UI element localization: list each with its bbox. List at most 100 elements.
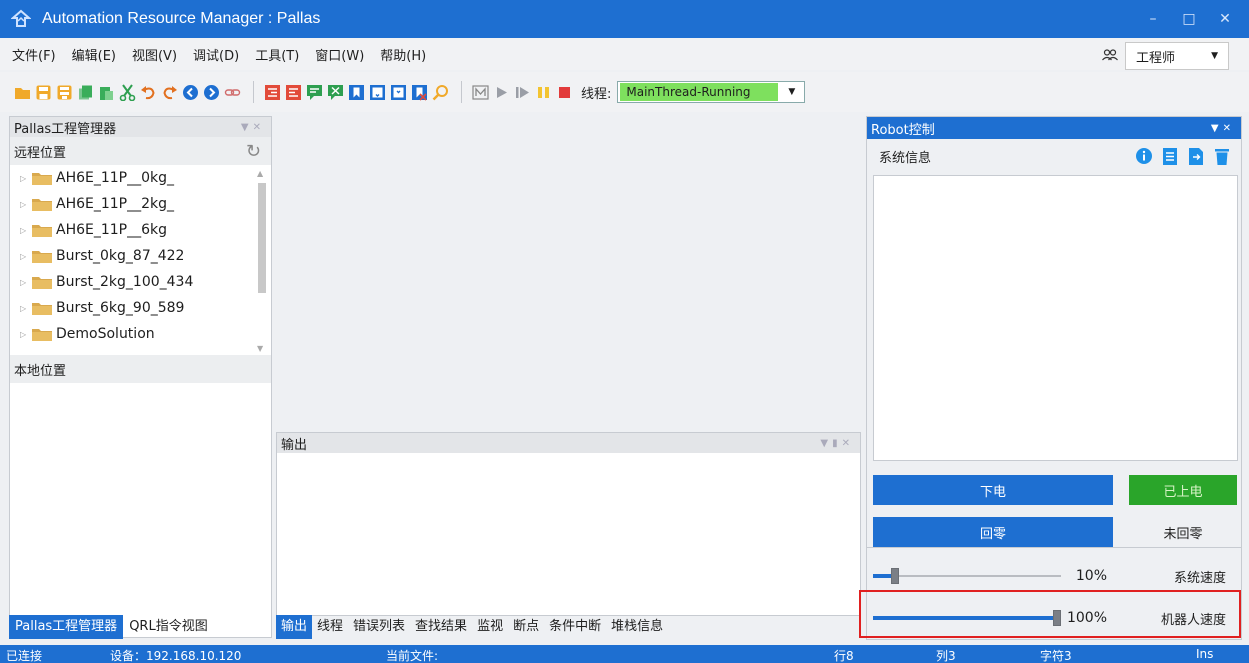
refresh-icon[interactable]: ↻ — [246, 141, 261, 162]
save-all-icon[interactable] — [56, 84, 73, 101]
expand-arrow-icon[interactable]: ▷ — [20, 304, 32, 313]
tree-item-label: Burst_2kg_100_434 — [56, 274, 194, 290]
step-icon[interactable] — [514, 84, 531, 101]
output-header: 输出 ▼▮✕ — [277, 433, 860, 453]
expand-arrow-icon[interactable]: ▷ — [20, 252, 32, 261]
local-location-label: 本地位置 — [14, 363, 67, 379]
document-icon[interactable] — [1161, 146, 1179, 166]
scrollbar-thumb[interactable] — [258, 183, 266, 293]
info-icon[interactable] — [1135, 146, 1153, 166]
power-status-badge: 已上电 — [1129, 475, 1237, 505]
system-speed-value: 10% — [1075, 568, 1107, 584]
menu-window[interactable]: 窗口(W) — [307, 45, 372, 64]
close-icon[interactable]: ✕ — [1207, 0, 1243, 38]
menu-help[interactable]: 帮助(H) — [372, 45, 434, 64]
find-icon[interactable] — [432, 84, 449, 101]
expand-arrow-icon[interactable]: ▷ — [20, 200, 32, 209]
menu-edit[interactable]: 编辑(E) — [64, 45, 124, 64]
window-title: Automation Resource Manager : Pallas — [42, 10, 321, 27]
robot-panel-header: Robot控制 ▼✕ — [867, 117, 1241, 139]
panel-controls[interactable]: ▼✕ — [241, 122, 265, 133]
outdent-icon[interactable] — [264, 84, 281, 101]
tab-output[interactable]: 输出 — [276, 615, 313, 639]
system-speed-slider[interactable] — [873, 566, 1061, 586]
role-dropdown[interactable]: 工程师 ▼ — [1125, 42, 1229, 70]
expand-arrow-icon[interactable]: ▷ — [20, 174, 32, 183]
menu-view[interactable]: 视图(V) — [124, 45, 185, 64]
tab-qrl-view[interactable]: QRL指令视图 — [123, 615, 214, 639]
bookmark-clear-icon[interactable] — [411, 84, 428, 101]
navigate-back-icon[interactable] — [182, 84, 199, 101]
minimize-icon[interactable]: – — [1135, 0, 1171, 38]
insert-mode: Ins — [1196, 647, 1214, 661]
tab-find-results[interactable]: 查找结果 — [410, 615, 472, 639]
bookmark-prev-icon[interactable] — [369, 84, 386, 101]
highlight-box — [859, 590, 1241, 638]
char-indicator: 字符3 — [1040, 649, 1072, 663]
slider-thumb[interactable] — [891, 568, 899, 584]
folder-icon — [32, 328, 52, 341]
tree-item[interactable]: ▷ Burst_0kg_87_422 — [10, 243, 271, 269]
panel-title: Pallas工程管理器 — [14, 121, 117, 137]
thread-dropdown[interactable]: MainThread-Running ▼ — [617, 81, 806, 103]
tree-item[interactable]: ▷ DemoSolution — [10, 321, 271, 347]
tree-item[interactable]: ▷ AH6E_11P__2kg_ — [10, 191, 271, 217]
tab-call-stack[interactable]: 堆栈信息 — [606, 615, 668, 639]
scroll-up-icon[interactable]: ▲ — [257, 169, 263, 178]
tab-threads[interactable]: 线程 — [312, 615, 348, 639]
panel-controls[interactable]: ▼▮✕ — [820, 438, 854, 449]
power-off-button[interactable]: 下电 — [873, 475, 1113, 505]
menu-debug[interactable]: 调试(D) — [185, 45, 247, 64]
bookmark-next-icon[interactable] — [390, 84, 407, 101]
menu-file[interactable]: 文件(F) — [0, 45, 64, 64]
tab-conditional-break[interactable]: 条件中断 — [544, 615, 606, 639]
menu-bar: 文件(F) 编辑(E) 视图(V) 调试(D) 工具(T) 窗口(W) 帮助(H… — [0, 38, 1249, 70]
open-folder-icon[interactable] — [14, 84, 31, 101]
folder-icon — [32, 250, 52, 263]
tree-item[interactable]: ▷ Burst_6kg_90_589 — [10, 295, 271, 321]
save-icon[interactable] — [35, 84, 52, 101]
panel-controls[interactable]: ▼✕ — [1211, 123, 1235, 134]
uncomment-icon[interactable] — [327, 84, 344, 101]
system-info-label: 系统信息 — [879, 150, 932, 166]
expand-arrow-icon[interactable]: ▷ — [20, 330, 32, 339]
stop-icon[interactable] — [556, 84, 573, 101]
role-value: 工程师 — [1136, 50, 1176, 66]
scroll-down-icon[interactable]: ▼ — [257, 344, 263, 353]
comment-icon[interactable] — [306, 84, 323, 101]
tab-error-list[interactable]: 错误列表 — [348, 615, 410, 639]
menu-tools[interactable]: 工具(T) — [247, 45, 307, 64]
run-icon[interactable] — [493, 84, 510, 101]
tab-watch[interactable]: 监视 — [472, 615, 508, 639]
thread-label: 线程: — [581, 86, 612, 102]
tree-item[interactable]: ▷ Burst_2kg_100_434 — [10, 269, 271, 295]
link-icon[interactable] — [224, 84, 241, 101]
tab-project-manager[interactable]: Pallas工程管理器 — [9, 615, 124, 639]
toolbar-separator — [461, 81, 462, 103]
local-location-header: 本地位置 — [10, 355, 271, 383]
folder-icon — [32, 198, 52, 211]
connection-status: 已连接 — [6, 649, 43, 663]
tab-breakpoints[interactable]: 断点 — [508, 615, 544, 639]
tree-item[interactable]: ▷ AH6E_11P__6kg — [10, 217, 271, 243]
navigate-forward-icon[interactable] — [203, 84, 220, 101]
delete-icon[interactable] — [1213, 146, 1231, 166]
project-manager-panel: Pallas工程管理器 ▼✕ 远程位置 ↻ ▷ AH6E_11P__0kg_ ▷ A… — [9, 116, 272, 638]
pause-icon[interactable] — [535, 84, 552, 101]
manual-mode-icon[interactable] — [472, 84, 489, 101]
redo-icon[interactable] — [161, 84, 178, 101]
home-button[interactable]: 回零 — [873, 517, 1113, 547]
undo-icon[interactable] — [140, 84, 157, 101]
tree-item[interactable]: ▷ AH6E_11P__0kg_ — [10, 165, 271, 191]
bookmark-icon[interactable] — [348, 84, 365, 101]
export-icon[interactable] — [1187, 146, 1205, 166]
maximize-icon[interactable]: □ — [1171, 0, 1207, 38]
cut-icon[interactable] — [119, 83, 136, 101]
copy-icon[interactable] — [77, 84, 94, 101]
paste-icon[interactable] — [98, 84, 115, 101]
tree-scrollbar[interactable]: ▲ ▼ — [257, 169, 267, 353]
expand-arrow-icon[interactable]: ▷ — [20, 278, 32, 287]
indent-icon[interactable] — [285, 84, 302, 101]
expand-arrow-icon[interactable]: ▷ — [20, 226, 32, 235]
title-bar: Automation Resource Manager : Pallas – □… — [0, 0, 1249, 38]
